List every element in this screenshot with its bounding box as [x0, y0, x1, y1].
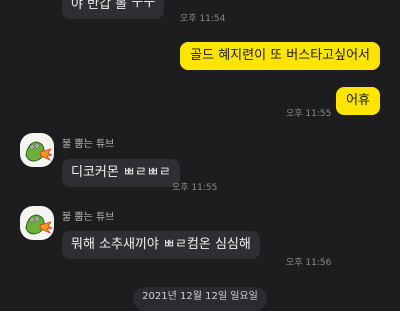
sender-name: 불 뿜는 튜브 — [62, 212, 115, 223]
my-message-bubble[interactable]: 어휴 — [336, 87, 380, 115]
message-bubble[interactable]: 디코커몬 ㅃㄹㅃㄹ — [62, 159, 180, 187]
sender-name: 불 뿜는 튜브 — [62, 139, 115, 150]
chat-room: 야 반갑 볼 ㅜㅜ 오후 11:54 골드 혜지련이 또 버스타고싶어서 오후 … — [0, 0, 400, 311]
message-text: 디코커몬 ㅃㄹㅃㄹ — [71, 165, 171, 180]
message-time: 오후 11:55 — [286, 109, 332, 119]
message-bubble[interactable]: 뭐해 소추새끼야 ㅃㄹ컴온 심심해 — [62, 231, 260, 259]
message-time: 오후 11:55 — [172, 183, 218, 193]
fire-breathing-tube-avatar-icon[interactable] — [20, 206, 54, 240]
message-text: 골드 혜지련이 또 버스타고싶어서 — [190, 48, 370, 63]
message-time: 오후 11:54 — [180, 14, 226, 24]
my-message-bubble[interactable]: 골드 혜지련이 또 버스타고싶어서 — [180, 42, 380, 70]
message-text: 뭐해 소추새끼야 ㅃㄹ컴온 심심해 — [71, 237, 251, 252]
message-text: 야 반갑 볼 ㅜㅜ — [71, 0, 156, 12]
fire-breathing-tube-avatar-icon[interactable] — [20, 133, 54, 167]
message-time: 오후 11:56 — [286, 258, 332, 268]
message-text: 어휴 — [346, 93, 370, 108]
message-bubble[interactable]: 야 반갑 볼 ㅜㅜ — [62, 0, 165, 19]
date-divider: 2021년 12월 12일 일요일 — [133, 287, 267, 311]
